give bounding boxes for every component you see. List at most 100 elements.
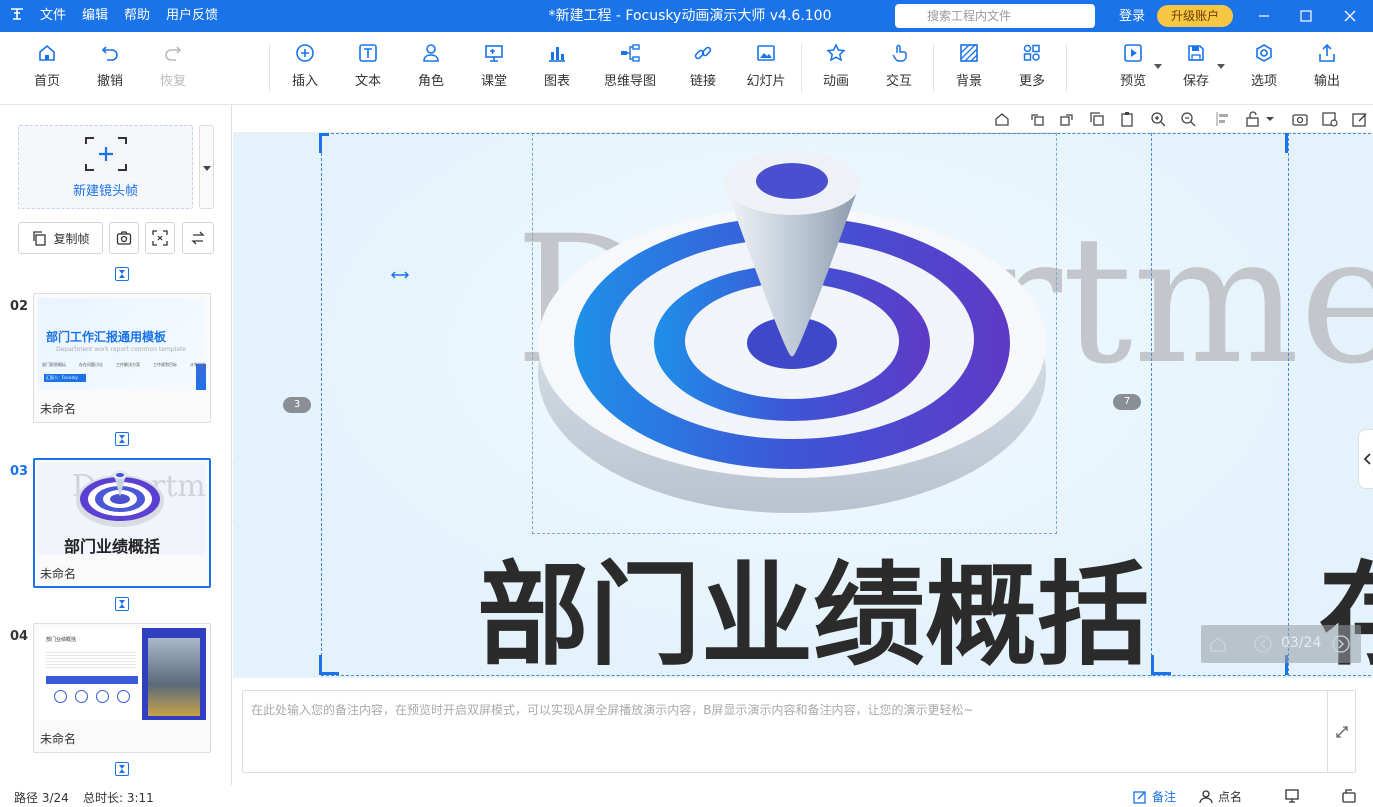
insert-button[interactable]: 插入 <box>288 42 322 98</box>
save-button[interactable]: 保存 <box>1179 42 1225 98</box>
export-label: 输出 <box>1313 74 1340 89</box>
background-icon <box>958 42 980 64</box>
chart-button[interactable]: 图表 <box>540 42 574 98</box>
frame-settings-icon[interactable] <box>1322 111 1338 127</box>
save-dropdown-icon[interactable] <box>1217 64 1225 69</box>
class-button[interactable]: 课堂 <box>477 42 511 98</box>
preview-decoration <box>196 364 206 390</box>
canvas-toolbar <box>233 105 1373 133</box>
lock-icon[interactable] <box>1245 111 1261 127</box>
export-button[interactable]: 输出 <box>1310 42 1344 98</box>
new-frame-button[interactable]: 新建镜头帧 <box>18 125 193 209</box>
toolbar-divider <box>801 44 802 92</box>
zoom-out-icon[interactable] <box>1180 111 1196 127</box>
mindmap-button[interactable]: 思维导图 <box>603 42 657 98</box>
copy-icon[interactable] <box>1089 111 1105 127</box>
rollcall-button[interactable]: 点名 <box>1199 788 1242 805</box>
slide-thumbnail-03[interactable]: Departm 部门业绩概括 未命名 <box>33 458 211 588</box>
expand-notes-button[interactable] <box>1327 691 1355 772</box>
notes-toggle[interactable]: 备注 <box>1133 788 1176 805</box>
upgrade-button[interactable]: 升级账户 <box>1157 5 1233 27</box>
menu-feedback[interactable]: 用户反馈 <box>166 0 218 32</box>
transition-icon[interactable] <box>115 762 129 776</box>
frame-badge[interactable]: 3 <box>283 397 311 413</box>
corner-handle[interactable] <box>319 672 339 675</box>
home-icon[interactable] <box>1209 635 1227 653</box>
login-link[interactable]: 登录 <box>1119 0 1145 32</box>
chevron-down-icon[interactable] <box>1265 111 1275 127</box>
options-button[interactable]: 选项 <box>1247 42 1281 98</box>
next-page-icon[interactable] <box>1331 634 1351 654</box>
rotate-left-icon[interactable] <box>1029 111 1045 127</box>
preview-circle <box>117 690 130 703</box>
play-icon <box>1122 42 1144 64</box>
edit-icon[interactable] <box>1352 111 1368 127</box>
copy-frame-button[interactable]: 复制帧 <box>18 222 103 254</box>
add-frame-icon <box>84 136 127 171</box>
corner-handle[interactable] <box>319 133 322 153</box>
slide-thumbnail-02[interactable]: 部门工作汇报通用模板 Department work report common… <box>33 293 211 423</box>
camera-icon[interactable] <box>1292 111 1308 127</box>
new-frame-dropdown[interactable] <box>199 125 214 209</box>
toolbar-divider <box>933 44 934 92</box>
slide-preview: 部门工作汇报通用模板 Department work report common… <box>38 298 206 390</box>
transition-icon[interactable] <box>115 597 129 611</box>
preview-title: 部门业绩概括 <box>46 637 77 643</box>
home-view-icon[interactable] <box>994 111 1010 127</box>
screenshot-icon[interactable] <box>1342 789 1356 803</box>
preview-dropdown-icon[interactable] <box>1154 64 1162 69</box>
editing-canvas[interactable]: Departme 3 <box>233 133 1373 678</box>
collapse-right-panel-button[interactable] <box>1358 429 1373 489</box>
frame-badge[interactable]: 7 <box>1113 394 1141 410</box>
screen-icon[interactable] <box>1285 789 1299 803</box>
menu-help[interactable]: 帮助 <box>124 0 150 32</box>
menu-file[interactable]: 文件 <box>40 0 66 32</box>
fit-frame-button[interactable] <box>145 222 175 254</box>
maximize-button[interactable] <box>1286 0 1326 32</box>
rotate-right-icon[interactable] <box>1059 111 1075 127</box>
screenshot-frame-button[interactable] <box>109 222 139 254</box>
text-button[interactable]: 文本 <box>351 42 385 98</box>
slide-button[interactable]: 幻灯片 <box>746 42 786 98</box>
status-bar: 路径 3/24 总时长: 3:11 备注 点名 <box>0 785 1373 807</box>
preview-item: 存在问题讨论 <box>79 362 103 367</box>
preview-photo <box>148 638 200 716</box>
close-icon <box>1344 10 1356 22</box>
preview-button[interactable]: 预览 <box>1116 42 1162 98</box>
resize-horizontal-icon[interactable] <box>391 270 409 280</box>
toolbar-divider <box>269 44 270 92</box>
align-icon[interactable] <box>1215 111 1231 127</box>
transition-icon[interactable] <box>115 267 129 281</box>
paste-icon[interactable] <box>1119 111 1135 127</box>
swap-frame-button[interactable] <box>182 222 214 254</box>
zoom-in-icon[interactable] <box>1150 111 1166 127</box>
transition-icon[interactable] <box>115 432 129 446</box>
frame-border-secondary[interactable] <box>1151 133 1289 676</box>
role-button[interactable]: 角色 <box>414 42 448 98</box>
menu-edit[interactable]: 编辑 <box>82 0 108 32</box>
bar-chart-icon <box>546 42 568 64</box>
home-button[interactable]: 首页 <box>30 42 64 98</box>
link-icon <box>692 42 714 64</box>
preview-text-block <box>46 650 136 668</box>
app-logo-icon[interactable] <box>8 6 26 24</box>
interact-button[interactable]: 交互 <box>882 42 916 98</box>
person-icon <box>1199 789 1213 803</box>
corner-handle[interactable] <box>1285 133 1288 153</box>
slide-thumbnail-04[interactable]: 部门业绩概括 未命名 <box>33 623 211 753</box>
notes-field[interactable]: 在此处输入您的备注内容，在预览时开启双屏模式，可以实现A屏全屏播放演示内容，B屏… <box>242 690 1356 773</box>
redo-button[interactable]: 恢复 <box>156 42 190 98</box>
more-button[interactable]: 更多 <box>1015 42 1049 98</box>
corner-handle[interactable] <box>1151 672 1171 675</box>
undo-button[interactable]: 撤销 <box>93 42 127 98</box>
link-button[interactable]: 链接 <box>686 42 720 98</box>
slide-title[interactable]: 部门业绩概括 <box>477 551 1149 678</box>
path-status: 路径 3/24 <box>14 791 69 805</box>
background-button[interactable]: 背景 <box>952 42 986 98</box>
prev-page-icon[interactable] <box>1253 634 1273 654</box>
search-input[interactable]: 搜索工程内文件 <box>895 4 1095 28</box>
minimize-button[interactable] <box>1244 0 1284 32</box>
animation-label: 动画 <box>822 74 849 89</box>
close-button[interactable] <box>1330 0 1370 32</box>
animation-button[interactable]: 动画 <box>819 42 853 98</box>
